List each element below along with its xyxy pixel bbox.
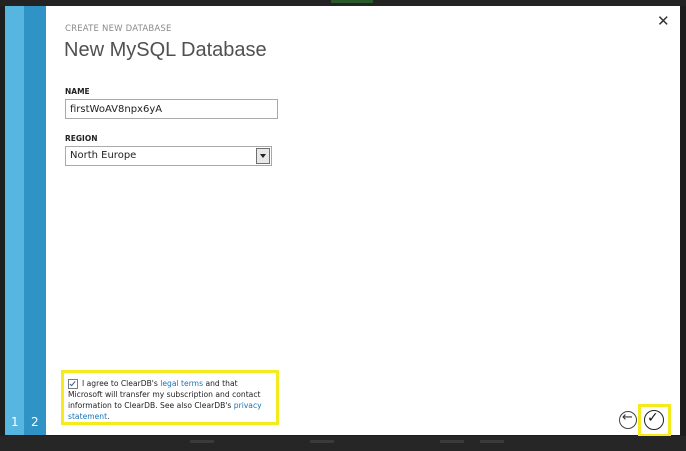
agreement-highlight: I agree to ClearDB's legal terms and tha…	[61, 370, 279, 425]
top-highlight	[331, 0, 373, 3]
close-icon[interactable]: ✕	[657, 12, 670, 30]
back-button[interactable]: ←	[619, 410, 637, 429]
agreement-text-part-1: I agree to ClearDB's	[82, 379, 161, 388]
bottom-background-strip	[0, 436, 686, 451]
bottom-strip-mark	[310, 440, 334, 443]
wizard-step-2-segment	[24, 6, 46, 435]
name-label: NAME	[65, 87, 90, 96]
name-input[interactable]	[65, 99, 278, 119]
agreement-text: I agree to ClearDB's legal terms and tha…	[68, 378, 273, 422]
finish-highlight: ✓	[638, 404, 671, 437]
bottom-strip-mark	[480, 440, 504, 443]
checkmark-icon: ✓	[647, 410, 659, 426]
bottom-strip-mark	[440, 440, 464, 443]
wizard-step-2[interactable]: 2	[31, 415, 39, 429]
region-selected-value: North Europe	[70, 150, 137, 161]
wizard-step-1[interactable]: 1	[11, 415, 19, 429]
region-select[interactable]: North Europe	[65, 146, 272, 166]
dialog-kicker: CREATE NEW DATABASE	[65, 24, 172, 34]
chevron-down-icon[interactable]	[256, 148, 270, 164]
finish-button[interactable]: ✓	[644, 410, 664, 430]
agreement-text-part-3: .	[107, 412, 110, 421]
page-title: New MySQL Database	[64, 39, 267, 61]
bottom-strip-mark	[190, 440, 214, 443]
create-database-dialog: 1 2 ✕ CREATE NEW DATABASE New MySQL Data…	[5, 6, 680, 437]
wizard-step-bar: 1 2	[5, 6, 46, 435]
wizard-step-1-segment	[5, 6, 24, 435]
legal-terms-link[interactable]: legal terms	[160, 379, 203, 388]
region-label: REGION	[65, 134, 98, 143]
arrow-left-icon: ←	[622, 410, 633, 425]
